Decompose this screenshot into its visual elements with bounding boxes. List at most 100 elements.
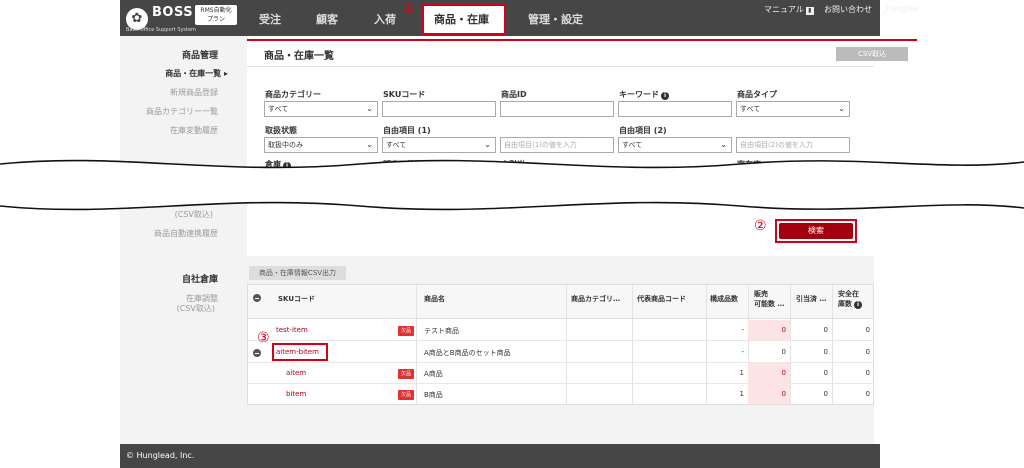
chevron-down-icon: ⌄ <box>838 104 845 113</box>
col-safety-stock[interactable]: 安全在 庫数 i <box>838 289 862 309</box>
info-icon[interactable]: i <box>854 301 862 309</box>
nav-products-inventory[interactable]: 商品・在庫 <box>434 11 489 27</box>
nav-receiving[interactable]: 入荷 <box>374 11 396 27</box>
category-select[interactable]: すべて ⌄ <box>264 101 378 117</box>
category-label: 商品カテゴリー <box>265 90 321 99</box>
search-button[interactable]: 検索 <box>779 223 853 239</box>
out-of-stock-badge: 欠品 <box>398 369 414 379</box>
screenshot-break-wave <box>0 159 1024 211</box>
nav-admin-settings[interactable]: 管理・設定 <box>528 11 583 27</box>
sidebar-heading-warehouse: 自社倉庫 <box>181 275 218 285</box>
keyword-label: キーワード i <box>619 89 669 100</box>
column-divider <box>706 285 707 404</box>
col-allocated[interactable]: 引当済 … <box>796 294 826 304</box>
column-divider <box>790 285 791 404</box>
free2-value: すべて <box>622 141 643 149</box>
table-row-name: A商品 <box>424 370 443 378</box>
table-row-allocated: 0 <box>823 390 828 398</box>
sidebar-item-stock-adjust-csv[interactable]: (CSV取込) <box>120 303 215 314</box>
col-safety-line1: 安全在 <box>838 290 859 298</box>
sku-input[interactable] <box>382 101 496 117</box>
col-sellable[interactable]: 販売 可能数 … <box>754 289 784 309</box>
manual-label: マニュアル <box>764 5 804 14</box>
chevron-down-icon: ⌄ <box>366 104 373 113</box>
free1-value: すべて <box>386 141 407 149</box>
info-icon[interactable]: i <box>661 92 669 100</box>
user-menu[interactable]: _hunglea <box>882 4 918 13</box>
row-divider <box>248 383 873 384</box>
sidebar-heading-products: 商品管理 <box>181 51 218 61</box>
column-divider <box>632 285 633 404</box>
table-row-safety: 0 <box>865 326 870 334</box>
csv-import-button[interactable]: CSV取込 <box>836 47 908 61</box>
nav-customers[interactable]: 顧客 <box>316 11 338 27</box>
keyword-label-text: キーワード <box>619 90 659 99</box>
brand-subtitle: Back Office Support System <box>126 27 196 33</box>
table-row-safety: 0 <box>865 348 870 356</box>
manual-link[interactable]: マニュアル ▮ <box>764 4 814 15</box>
collapse-row-icon[interactable] <box>253 349 261 357</box>
sidebar-item-new-product[interactable]: 新規商品登録 <box>120 87 218 98</box>
table-row-name: テスト商品 <box>424 327 459 335</box>
plan-badge: RMS自動化 プラン <box>195 5 237 25</box>
divider <box>247 66 874 67</box>
table-row-name: B商品 <box>424 391 443 399</box>
table-row-allocated: 0 <box>823 369 828 377</box>
product-type-value: すべて <box>740 105 761 113</box>
status-label: 取扱状態 <box>265 126 297 135</box>
table-row-safety: 0 <box>865 390 870 398</box>
column-divider <box>416 285 417 404</box>
product-type-label: 商品タイプ <box>737 90 777 99</box>
export-csv-button[interactable]: 商品・在庫情報CSV出力 <box>249 266 346 280</box>
app-screen: ✿ BOSS Back Office Support System RMS自動化… <box>0 0 1024 468</box>
keyword-input[interactable] <box>618 101 732 117</box>
product-id-input[interactable] <box>500 101 614 117</box>
row-divider <box>248 340 873 341</box>
col-safety-line2: 庫数 i <box>838 299 862 309</box>
table-row-sellable: 0 <box>781 348 786 356</box>
col-sellable-line2: 可能数 … <box>754 300 785 308</box>
table-row-allocated: 0 <box>823 348 828 356</box>
sidebar-item-auto-sync-history[interactable]: 商品自動連携履歴 <box>120 228 218 239</box>
table-row-sku-link[interactable]: bitem <box>286 390 306 398</box>
step-marker-1: ① <box>402 1 415 17</box>
table-row-sellable: 0 <box>781 369 786 377</box>
table-row-sku-link[interactable]: test-item <box>276 326 308 334</box>
table-row-sku-link[interactable]: aitem <box>286 369 306 377</box>
out-of-stock-badge: 欠品 <box>398 326 414 336</box>
contact-link[interactable]: お問い合わせ <box>824 4 872 15</box>
table-row-sellable: 0 <box>781 390 786 398</box>
col-category[interactable]: 商品カテゴリ… <box>571 294 620 304</box>
nav-orders[interactable]: 受注 <box>259 11 281 27</box>
table-row-sellable: 0 <box>781 326 786 334</box>
table-row-components: - <box>741 326 744 334</box>
brand-name[interactable]: BOSS <box>152 5 193 20</box>
collapse-all-icon[interactable] <box>253 294 261 302</box>
table-row-components: - <box>741 348 744 356</box>
sidebar-item-product-list[interactable]: 商品・在庫一覧 ▸ <box>120 68 228 79</box>
step-marker-2: ② <box>754 218 767 234</box>
col-rep-code[interactable]: 代表商品コード <box>637 294 686 304</box>
out-of-stock-badge: 欠品 <box>398 390 414 400</box>
plan-line-2: プラン <box>206 16 225 23</box>
table-row-name: A商品とB商品のセット商品 <box>424 349 511 357</box>
book-icon: ▮ <box>805 7 814 15</box>
sidebar-item-category-list[interactable]: 商品カテゴリー一覧 <box>120 106 218 117</box>
table-row-safety: 0 <box>865 369 870 377</box>
footer: © Hunglead, Inc. <box>120 444 880 468</box>
sku-highlight-box <box>272 343 328 361</box>
col-sellable-line1: 販売 <box>754 290 768 298</box>
step-marker-3: ③ <box>257 330 270 346</box>
plan-line-1: RMS自動化 <box>200 7 232 14</box>
category-value: すべて <box>268 105 289 113</box>
col-components[interactable]: 構成品数 <box>710 294 738 304</box>
table-row-components: 1 <box>739 369 744 377</box>
sidebar-item-stock-history[interactable]: 在庫変動履歴 <box>120 125 218 136</box>
col-name[interactable]: 商品名 <box>424 294 445 304</box>
product-type-select[interactable]: すべて ⌄ <box>736 101 850 117</box>
col-sku[interactable]: SKUコード <box>278 294 315 304</box>
results-table: SKUコード 商品名 商品カテゴリ… 代表商品コード 構成品数 販売 可能数 …… <box>247 284 874 405</box>
table-row-components: 1 <box>739 390 744 398</box>
col-safety-line2-text: 庫数 <box>838 300 852 308</box>
table-row-allocated: 0 <box>823 326 828 334</box>
